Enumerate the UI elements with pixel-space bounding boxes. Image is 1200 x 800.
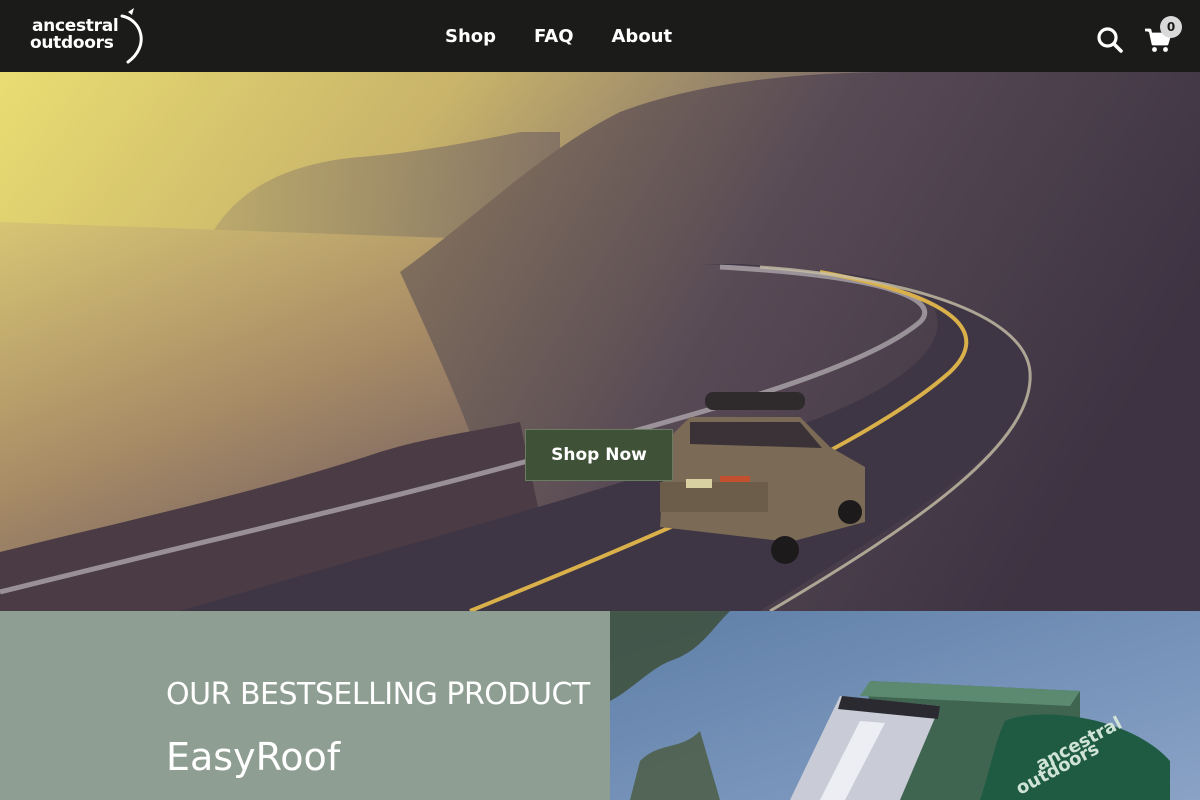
hero-image-coastal-road — [0, 72, 1200, 611]
search-button[interactable] — [1096, 26, 1124, 54]
product-photo-easyroof: ancestral outdoors — [610, 611, 1200, 800]
site-header: ancestral outdoors Shop FAQ About 0 — [0, 0, 1200, 72]
logo-arc-icon — [120, 8, 143, 64]
nav-link-faq[interactable]: FAQ — [534, 26, 573, 47]
nav-link-about[interactable]: About — [612, 26, 673, 47]
shop-now-button[interactable]: Shop Now — [525, 429, 673, 481]
bestseller-heading: OUR BESTSELLING PRODUCT — [166, 677, 590, 712]
logo-text-line2: outdoors — [30, 33, 114, 53]
search-icon — [1097, 27, 1123, 53]
product-title[interactable]: EasyRoof — [166, 735, 340, 779]
cart-count-badge: 0 — [1160, 16, 1182, 38]
nav-link-shop[interactable]: Shop — [445, 26, 496, 47]
brand-logo[interactable]: ancestral outdoors — [30, 6, 152, 66]
hero-banner: Shop Now — [0, 72, 1200, 611]
main-nav: Shop FAQ About — [426, 0, 691, 72]
bestseller-text-panel: OUR BESTSELLING PRODUCT EasyRoof — [0, 611, 610, 800]
product-image-panel: ancestral outdoors — [610, 611, 1200, 800]
